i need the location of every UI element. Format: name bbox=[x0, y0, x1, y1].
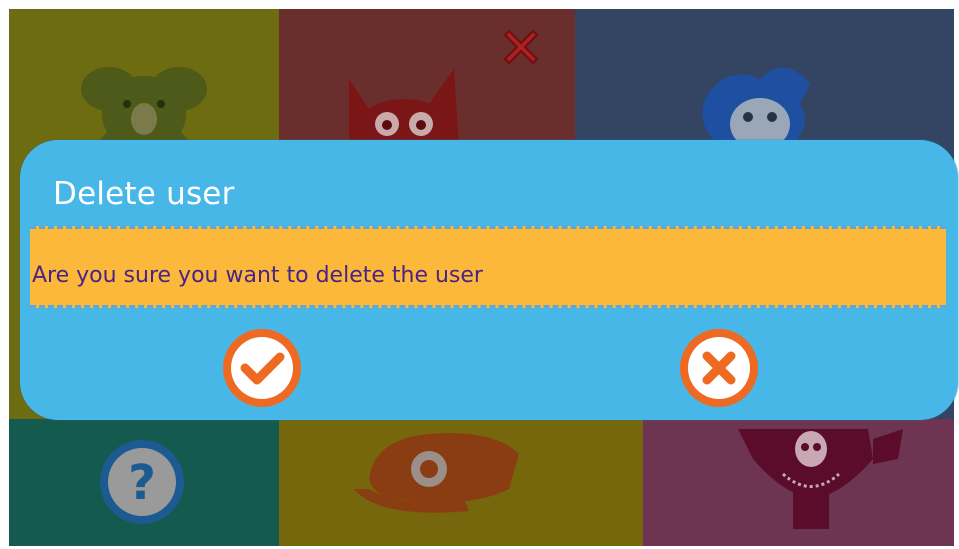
svg-text:?: ? bbox=[128, 455, 156, 511]
confirm-button[interactable] bbox=[220, 326, 304, 410]
dialog-message: Are you sure you want to delete the user bbox=[32, 263, 483, 288]
check-icon bbox=[223, 329, 301, 407]
tile-delete-icon[interactable] bbox=[499, 25, 543, 69]
dialog-title: Delete user bbox=[53, 176, 235, 212]
user-tile-pirate[interactable] bbox=[643, 419, 954, 546]
pirate-avatar-icon bbox=[643, 419, 954, 546]
message-box: Are you sure you want to delete the user bbox=[30, 226, 946, 308]
help-icon: ? bbox=[9, 419, 279, 546]
user-tile-snail[interactable] bbox=[279, 419, 643, 546]
delete-user-dialog: Delete user Are you sure you want to del… bbox=[20, 140, 958, 420]
cancel-button[interactable] bbox=[677, 326, 761, 410]
snail-avatar-icon bbox=[279, 419, 643, 546]
help-tile[interactable]: ? bbox=[9, 419, 279, 546]
close-icon bbox=[680, 329, 758, 407]
